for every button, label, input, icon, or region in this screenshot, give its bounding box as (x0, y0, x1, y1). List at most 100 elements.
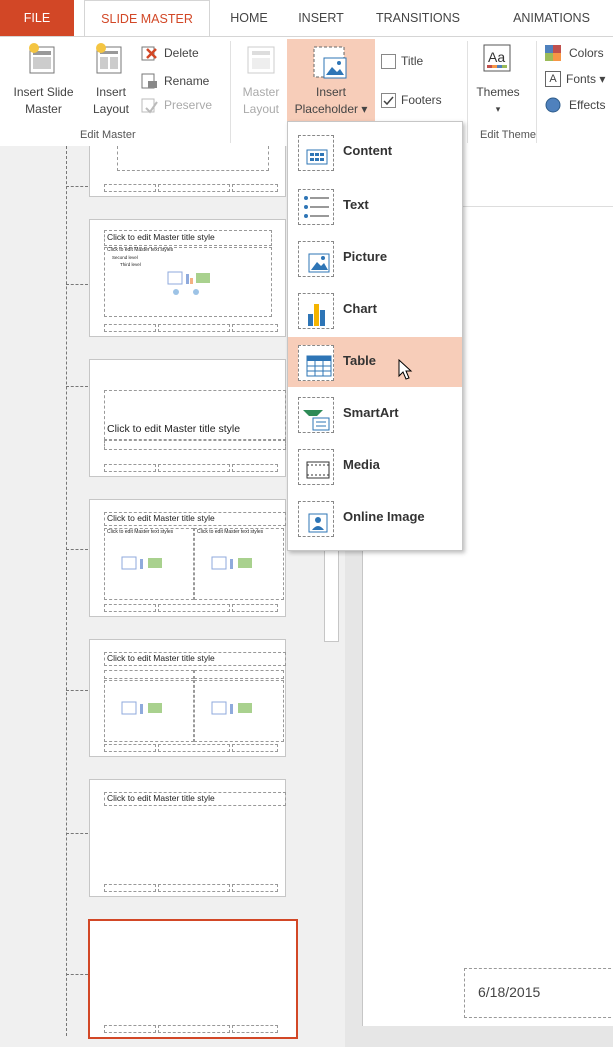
thumbnail-connector-line (66, 146, 67, 1036)
ribbon-tab-bar: FILE SLIDE MASTER HOME INSERT TRANSITION… (0, 0, 613, 38)
themes-dropdown-arrow: ▾ (495, 104, 501, 114)
slide-thumbnail[interactable]: Click to edit Master title style (89, 779, 286, 897)
check-icon (383, 96, 394, 106)
menu-item-label: Chart (343, 301, 377, 316)
menu-item-media[interactable]: Media (288, 441, 462, 491)
tab-file[interactable]: FILE (0, 0, 74, 37)
colors-icon (545, 45, 561, 61)
footer-placeholder (158, 324, 230, 332)
thumbnail-title-text: Click to edit Master title style (107, 232, 215, 242)
edit-master-group-label: Edit Master (80, 129, 136, 141)
media-icon (298, 449, 334, 485)
footer-placeholder (158, 1025, 230, 1033)
colors-button[interactable]: Colors (545, 43, 613, 63)
menu-item-table[interactable]: Table (288, 337, 462, 387)
menu-item-online-image[interactable]: Online Image (288, 493, 462, 543)
footer-placeholder (232, 464, 278, 472)
thumbnail-connector (66, 690, 88, 691)
insert-placeholder-icon (313, 46, 347, 79)
thumbnail-connector (66, 974, 88, 975)
themes-button[interactable]: Aa Themes ▾ (470, 37, 526, 125)
menu-item-text[interactable]: Text (288, 181, 462, 231)
slide-thumbnail[interactable] (89, 146, 286, 197)
insert-slide-master-label-1: Insert Slide (13, 85, 74, 99)
footer-placeholder (232, 324, 278, 332)
thumbnail-title-text: Click to edit Master title style (107, 793, 215, 803)
footer-placeholder (104, 324, 156, 332)
insert-placeholder-label-2: Placeholder ▾ (294, 102, 368, 116)
footer-placeholder (158, 464, 230, 472)
footers-checkbox[interactable]: Footers (381, 91, 456, 111)
insert-slide-master-label-2: Master (25, 102, 62, 116)
slide-thumbnail-selected[interactable] (88, 919, 298, 1039)
tab-transitions[interactable]: TRANSITIONS (359, 0, 477, 37)
tab-home[interactable]: HOME (216, 0, 282, 37)
slide-thumbnail[interactable]: Click to edit Master title style (89, 359, 286, 477)
colors-label: Colors (569, 46, 604, 60)
online-image-icon (298, 501, 334, 537)
themes-label: Themes (476, 85, 520, 99)
thumbnail-connector (66, 284, 88, 285)
footer-placeholder (232, 884, 278, 892)
footer-placeholder (104, 744, 156, 752)
fonts-icon: A (545, 71, 561, 87)
mouse-cursor-icon (398, 359, 413, 380)
effects-label: Effects (569, 98, 606, 112)
table-icon (298, 345, 334, 381)
preserve-label: Preserve (164, 98, 213, 112)
footer-placeholder (232, 184, 278, 192)
thumbnail-connector (66, 386, 88, 387)
footer-placeholder (104, 1025, 156, 1033)
group-separator (230, 41, 231, 143)
menu-item-content[interactable]: Content (288, 127, 462, 177)
rename-button[interactable]: Rename (140, 71, 225, 91)
master-layout-button[interactable]: Master Layout (235, 37, 287, 125)
delete-button[interactable]: Delete (140, 43, 225, 63)
menu-item-label: Content (343, 143, 393, 158)
chart-icon (298, 293, 334, 329)
slide-thumbnail[interactable]: Click to edit Master title style Click t… (89, 499, 286, 617)
tab-slide-master[interactable]: SLIDE MASTER (84, 0, 210, 38)
insert-slide-master-button[interactable]: Insert Slide Master (0, 37, 87, 125)
content-icons (121, 556, 252, 570)
title-checkbox[interactable]: Title (381, 52, 451, 72)
insert-placeholder-button[interactable]: Insert Placeholder ▾ (287, 39, 375, 121)
group-separator (536, 41, 537, 143)
content-icons (121, 701, 252, 715)
menu-item-label: Table (343, 353, 376, 368)
insert-layout-button[interactable]: Insert Layout (87, 37, 135, 125)
effects-button[interactable]: Effects (545, 95, 613, 115)
thumbnail-title-text: Click to edit Master title style (107, 653, 215, 663)
menu-item-picture[interactable]: Picture (288, 233, 462, 283)
group-separator (467, 41, 468, 143)
edit-theme-group-label: Edit Theme (480, 129, 537, 141)
footers-checkbox-box (381, 93, 396, 108)
thumbnail-title-text: Click to edit Master title style (107, 423, 241, 435)
menu-item-chart[interactable]: Chart (288, 285, 462, 335)
master-layout-label-1: Master (242, 85, 280, 99)
delete-icon (141, 46, 157, 61)
slide-thumbnail[interactable]: Click to edit Master title style Click t… (89, 219, 286, 337)
subtitle-placeholder (104, 440, 286, 450)
insert-layout-icon (96, 43, 122, 74)
footer-placeholder (158, 744, 230, 752)
text-icon (298, 189, 334, 225)
thumbnail-connector (66, 549, 88, 550)
date-placeholder[interactable]: 6/18/2015 (464, 968, 613, 1018)
slide-thumbnail[interactable]: Click to edit Master title style (89, 639, 286, 757)
footer-placeholder (104, 464, 156, 472)
preserve-button[interactable]: Preserve (140, 95, 225, 115)
effects-icon (545, 97, 561, 113)
thumbnail-title-text: Click to edit Master title style (107, 513, 215, 523)
heading-placeholder-right (194, 670, 284, 679)
tab-animations[interactable]: ANIMATIONS (490, 0, 613, 37)
menu-item-smartart[interactable]: SmartArt (288, 389, 462, 439)
footer-placeholder (232, 1025, 278, 1033)
fonts-button[interactable]: A Fonts ▾ (545, 69, 613, 89)
tab-insert[interactable]: INSERT (286, 0, 356, 37)
title-checkbox-label: Title (401, 54, 424, 68)
menu-item-label: SmartArt (343, 405, 399, 420)
insert-layout-label-2: Layout (92, 102, 130, 116)
thumbnail-text-level-3: Third level (120, 262, 141, 267)
svg-text:Aa: Aa (488, 49, 505, 65)
